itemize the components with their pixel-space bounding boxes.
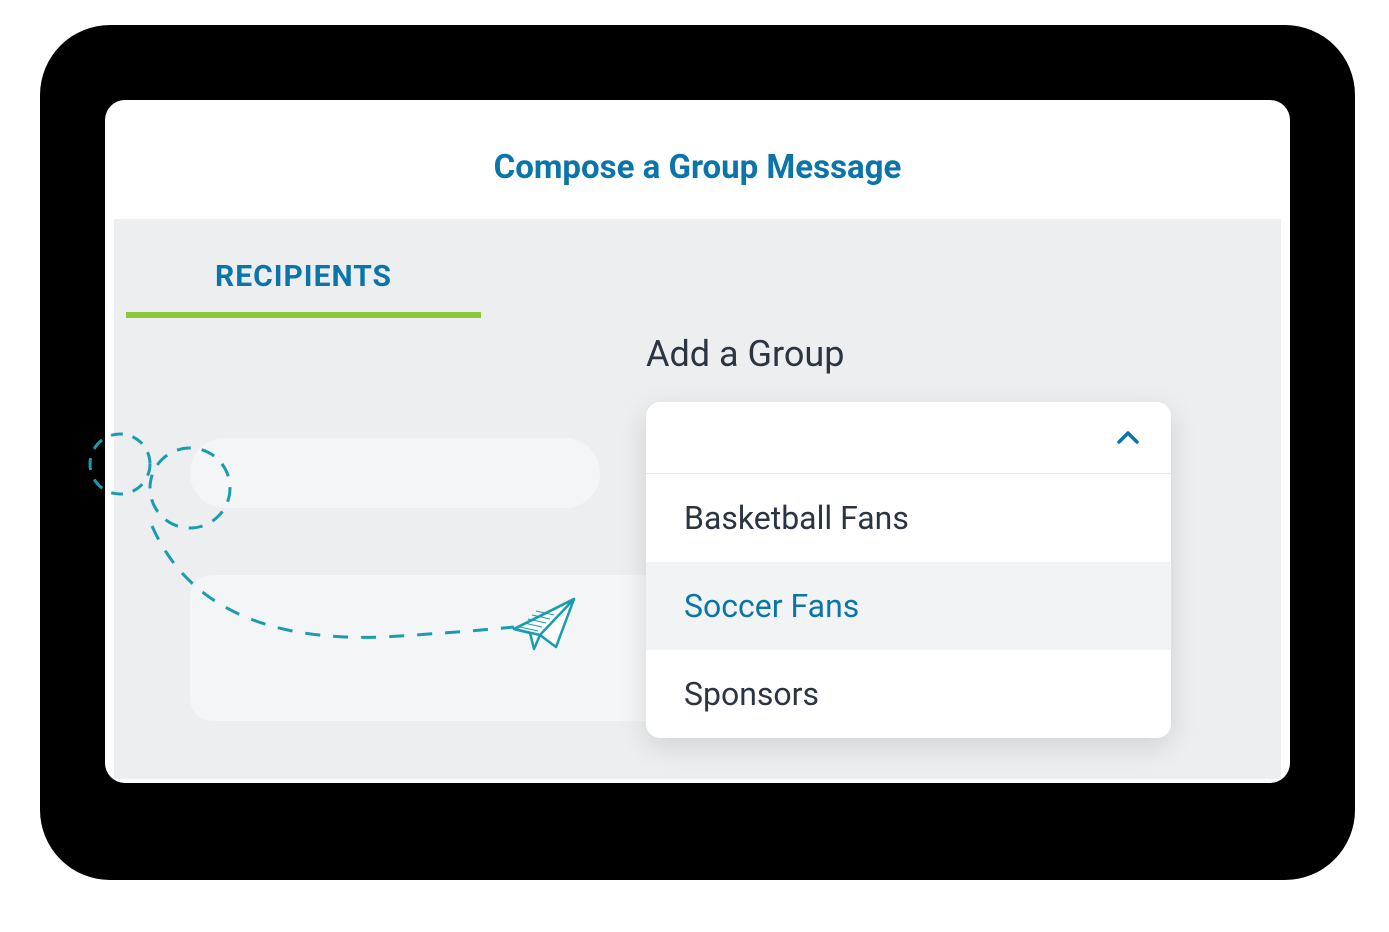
tab-recipients[interactable]: RECIPIENTS: [126, 259, 481, 318]
dropdown-option-label: Sponsors: [684, 675, 819, 713]
add-group-label: Add a Group: [646, 333, 845, 375]
dropdown-option-label: Soccer Fans: [684, 587, 859, 625]
compose-card: Compose a Group Message RECIPIENTS Add a…: [105, 100, 1290, 783]
dropdown-option-basketball-fans[interactable]: Basketball Fans: [646, 474, 1171, 562]
tab-recipients-label: RECIPIENTS: [215, 259, 392, 294]
dropdown-toggle[interactable]: [646, 402, 1171, 474]
page-title: Compose a Group Message: [105, 100, 1290, 219]
compose-panel: RECIPIENTS Add a Group: [114, 219, 1281, 779]
dropdown-option-soccer-fans[interactable]: Soccer Fans: [646, 562, 1171, 650]
chevron-up-icon: [1117, 427, 1139, 449]
dropdown-option-label: Basketball Fans: [684, 499, 909, 537]
recipient-pill-placeholder[interactable]: [190, 438, 600, 508]
dropdown-option-sponsors[interactable]: Sponsors: [646, 650, 1171, 738]
group-dropdown[interactable]: Basketball Fans Soccer Fans Sponsors: [646, 402, 1171, 738]
